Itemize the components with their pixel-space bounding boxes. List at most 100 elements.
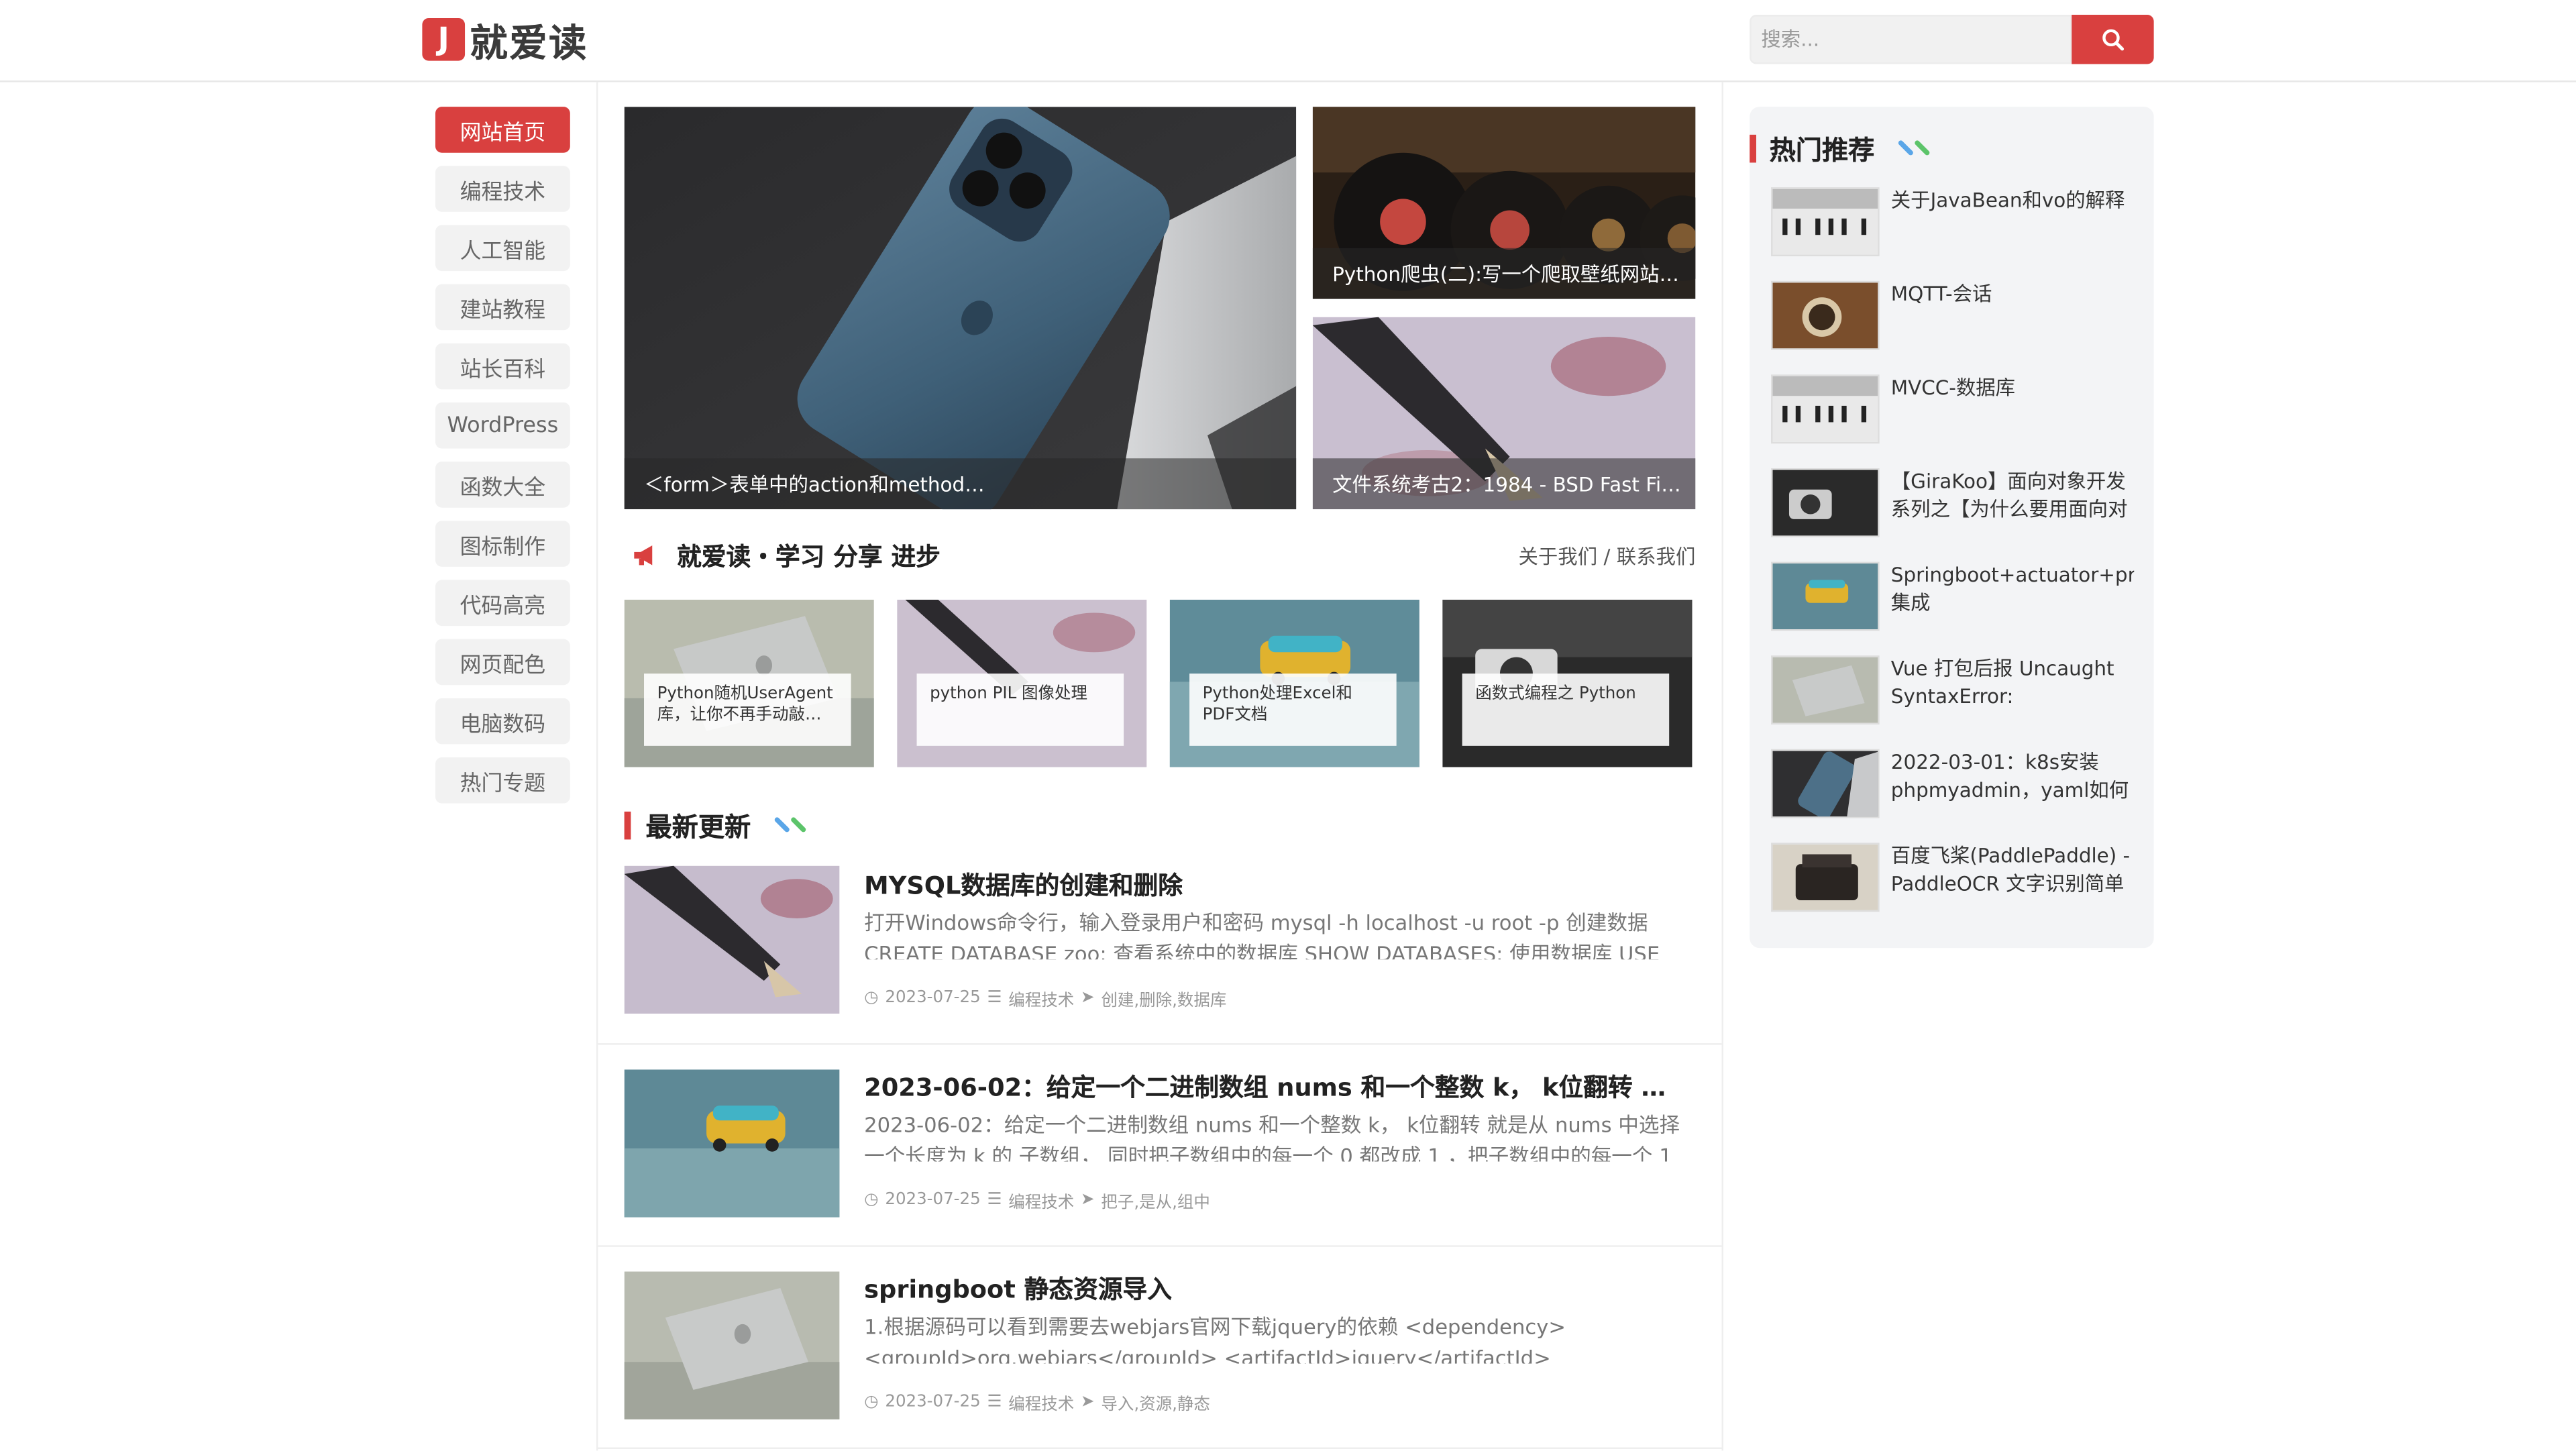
hot-item-2-text[interactable]: MQTT-会话 bbox=[1891, 281, 2134, 308]
top-header: J 就爱读 bbox=[0, 0, 2576, 83]
search-icon bbox=[2102, 29, 2125, 51]
grid-card-4[interactable]: 函数式编程之 Python bbox=[1442, 599, 1693, 767]
site-logo[interactable]: J 就爱读 bbox=[422, 16, 588, 66]
carousel-side-caption-2[interactable]: 文件系统考古2：1984 - BSD Fast Filing System bbox=[1312, 458, 1696, 510]
hot-section-title: 热门推荐 bbox=[1750, 128, 1933, 168]
hot-item-6-text[interactable]: Vue 打包后报 Uncaught SyntaxError: Unexpecte… bbox=[1891, 655, 2134, 711]
article-1-excerpt: 打开Windows命令行，输入登录用户和密码 mysql -h localhos… bbox=[864, 910, 1660, 960]
hot-item-5[interactable]: Springboot+actuator+prometheus 集成 bbox=[1771, 561, 2136, 633]
article-item-3[interactable]: springboot 静态资源导入 1.根据源码可以看到需要去webjars官网… bbox=[598, 1244, 1722, 1450]
category-icon: ☰ bbox=[987, 1393, 1002, 1411]
grid-card-2[interactable]: python PIL 图像处理 bbox=[897, 599, 1147, 767]
grid-card-3[interactable]: Python处理Excel和PDF文档 bbox=[1169, 599, 1419, 767]
hot-item-1-thumbnail[interactable] bbox=[1771, 187, 1880, 257]
article-1-tags[interactable]: 创建,删除,数据库 bbox=[1101, 985, 1226, 1010]
nav-item-webmaster-wiki[interactable]: 站长百科 bbox=[435, 343, 570, 390]
tag-icon: ➤ bbox=[1081, 1191, 1095, 1210]
nav-item-ai[interactable]: 人工智能 bbox=[435, 225, 570, 272]
nav-item-code-highlight[interactable]: 代码高亮 bbox=[435, 580, 570, 627]
article-item-2[interactable]: 2023-06-02：给定一个二进制数组 nums 和一个整数 k， k位翻转 … bbox=[598, 1042, 1722, 1247]
grid-card-2-caption[interactable]: python PIL 图像处理 bbox=[916, 674, 1124, 746]
nav-item-home[interactable]: 网站首页 bbox=[435, 107, 570, 153]
piano-photo bbox=[1772, 376, 1878, 442]
grid-card-1[interactable]: Python随机UserAgent库，让你不再手动敲… bbox=[624, 599, 874, 767]
hot-item-4-thumbnail[interactable] bbox=[1771, 468, 1880, 537]
camera-photo bbox=[1772, 470, 1878, 536]
carousel-side-card-1[interactable]: Python爬虫(二):写一个爬取壁纸网站图片的爬虫 bbox=[1312, 107, 1696, 299]
article-3-date: 2023-07-25 bbox=[885, 1393, 981, 1411]
decoration-icon bbox=[774, 816, 810, 832]
nav-item-programming[interactable]: 编程技术 bbox=[435, 166, 570, 212]
hot-item-3[interactable]: MVCC-数据库 bbox=[1771, 374, 2136, 445]
title-accent-bar bbox=[1750, 133, 1756, 162]
nav-item-hot-topics[interactable]: 热门专题 bbox=[435, 757, 570, 804]
grid-card-1-caption[interactable]: Python随机UserAgent库，让你不再手动敲… bbox=[644, 674, 851, 746]
article-2-title[interactable]: 2023-06-02：给定一个二进制数组 nums 和一个整数 k， k位翻转 … bbox=[864, 1069, 1685, 1104]
article-3-tags[interactable]: 导入,资源,静态 bbox=[1101, 1390, 1210, 1415]
article-3-title[interactable]: springboot 静态资源导入 bbox=[864, 1272, 1685, 1306]
nav-item-digital[interactable]: 电脑数码 bbox=[435, 698, 570, 745]
article-2-thumbnail[interactable] bbox=[624, 1069, 840, 1218]
hot-item-8-thumbnail[interactable] bbox=[1771, 843, 1880, 912]
article-1-thumbnail[interactable] bbox=[624, 865, 840, 1014]
article-item-1[interactable]: MYSQL数据库的创建和删除 打开Windows命令行，输入登录用户和密码 my… bbox=[598, 839, 1722, 1045]
hot-item-4[interactable]: 【GiraKoo】面向对象开发系列之【为什么要用面向对象】 bbox=[1771, 468, 2136, 539]
megaphone-icon bbox=[634, 545, 653, 566]
article-3-excerpt: 1.根据源码可以看到需要去webjars官网下载jquery的依赖 <depen… bbox=[864, 1314, 1566, 1364]
hot-item-8[interactable]: 百度飞桨(PaddlePaddle) - PaddleOCR 文字识别简单使用 bbox=[1771, 843, 2136, 913]
article-2-tags[interactable]: 把子,是从,组中 bbox=[1101, 1188, 1210, 1212]
hot-item-6-thumbnail[interactable] bbox=[1771, 655, 1880, 725]
search-input[interactable] bbox=[1750, 15, 2072, 64]
article-1-category[interactable]: 编程技术 bbox=[1008, 985, 1074, 1010]
clock-icon: ◷ bbox=[864, 989, 879, 1008]
article-1-meta: ◷ 2023-07-25 ☰ 编程技术 ➤ 创建,删除,数据库 bbox=[864, 985, 1226, 1010]
category-icon: ☰ bbox=[987, 1191, 1002, 1210]
hot-item-7[interactable]: 2022-03-01：k8s安装phpmyadmin，yaml如何写？ bbox=[1771, 749, 2136, 820]
carousel-main-caption[interactable]: ＜form＞表单中的action和method使用方法 bbox=[624, 458, 1297, 510]
nav-item-web-colors[interactable]: 网页配色 bbox=[435, 639, 570, 686]
grid-card-3-caption[interactable]: Python处理Excel和PDF文档 bbox=[1189, 674, 1397, 746]
hot-item-1-text[interactable]: 关于JavaBean和vo的解释 bbox=[1891, 187, 2134, 214]
link-separator: / bbox=[1603, 545, 1611, 569]
about-us-link[interactable]: 关于我们 bbox=[1519, 545, 1598, 568]
pen-photo bbox=[624, 865, 840, 1014]
slogan-text: 就爱读・学习 分享 进步 bbox=[676, 541, 941, 572]
title-accent-bar bbox=[624, 810, 631, 839]
hot-item-1[interactable]: 关于JavaBean和vo的解释 bbox=[1771, 187, 2136, 258]
hot-item-4-text[interactable]: 【GiraKoo】面向对象开发系列之【为什么要用面向对象】 bbox=[1891, 468, 2134, 524]
typewriter-photo bbox=[1772, 844, 1878, 910]
hot-item-5-thumbnail[interactable] bbox=[1771, 561, 1880, 631]
grid-card-4-caption[interactable]: 函数式编程之 Python bbox=[1462, 674, 1670, 746]
tag-icon: ➤ bbox=[1081, 1393, 1095, 1411]
carousel-side-card-2[interactable]: 文件系统考古2：1984 - BSD Fast Filing System bbox=[1312, 317, 1696, 510]
article-3-thumbnail[interactable] bbox=[624, 1271, 840, 1419]
hot-item-8-text[interactable]: 百度飞桨(PaddlePaddle) - PaddleOCR 文字识别简单使用 bbox=[1891, 843, 2134, 898]
search-button[interactable] bbox=[2072, 15, 2154, 64]
article-2-date: 2023-07-25 bbox=[885, 1191, 981, 1210]
article-1-date: 2023-07-25 bbox=[885, 989, 981, 1008]
hot-item-5-text[interactable]: Springboot+actuator+prometheus 集成 bbox=[1891, 562, 2134, 616]
laptop-photo bbox=[1772, 657, 1878, 723]
nav-item-wordpress[interactable]: WordPress bbox=[435, 402, 570, 449]
latest-title-text: 最新更新 bbox=[645, 811, 751, 843]
hot-item-2[interactable]: MQTT-会话 bbox=[1771, 280, 2136, 352]
article-1-title[interactable]: MYSQL数据库的创建和删除 bbox=[864, 867, 1685, 902]
hot-item-7-text[interactable]: 2022-03-01：k8s安装phpmyadmin，yaml如何写？ bbox=[1891, 749, 2134, 805]
hot-item-6[interactable]: Vue 打包后报 Uncaught SyntaxError: Unexpecte… bbox=[1771, 655, 2136, 726]
nav-item-icon-making[interactable]: 图标制作 bbox=[435, 521, 570, 567]
carousel-side-caption-1[interactable]: Python爬虫(二):写一个爬取壁纸网站图片的爬虫 bbox=[1312, 248, 1696, 299]
carousel-main-slide[interactable]: ＜form＞表单中的action和method使用方法 bbox=[624, 107, 1297, 510]
hot-item-3-thumbnail[interactable] bbox=[1771, 374, 1880, 444]
nav-item-functions[interactable]: 函数大全 bbox=[435, 462, 570, 508]
logo-mark: J bbox=[422, 17, 466, 61]
logo-text: 就爱读 bbox=[470, 23, 588, 66]
hot-item-2-thumbnail[interactable] bbox=[1771, 280, 1880, 350]
article-3-category[interactable]: 编程技术 bbox=[1008, 1390, 1074, 1415]
article-2-excerpt: 2023-06-02：给定一个二进制数组 nums 和一个整数 k， k位翻转 … bbox=[864, 1112, 1680, 1162]
nav-item-site-tutorial[interactable]: 建站教程 bbox=[435, 284, 570, 331]
contact-us-link[interactable]: 联系我们 bbox=[1617, 545, 1696, 568]
hot-item-3-text[interactable]: MVCC-数据库 bbox=[1891, 374, 2134, 401]
hot-item-7-thumbnail[interactable] bbox=[1771, 749, 1880, 818]
article-2-category[interactable]: 编程技术 bbox=[1008, 1188, 1074, 1212]
decoration-icon bbox=[1898, 140, 1934, 156]
